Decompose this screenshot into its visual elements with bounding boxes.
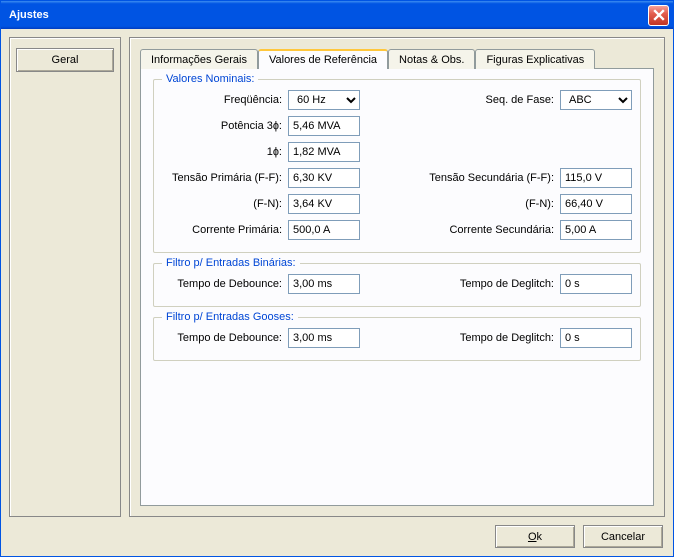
titlebar: Ajustes: [1, 1, 673, 29]
tab-valores[interactable]: Valores de Referência: [258, 49, 388, 69]
label-frequencia: Freqüência:: [162, 94, 282, 106]
dialog-footer: Ok Cancelar: [9, 525, 665, 548]
input-debounce-goose[interactable]: [288, 328, 360, 348]
close-icon: [653, 9, 665, 21]
label-potencia-1f: 1ɸ:: [162, 146, 282, 158]
dialog-window: Ajustes Geral Informações Gerais Valores…: [0, 0, 674, 557]
tab-informacoes[interactable]: Informações Gerais: [140, 49, 258, 69]
label-tensao-secundaria: Tensão Secundária (F-F):: [366, 172, 554, 184]
label-corrente-primaria: Corrente Primária:: [162, 224, 282, 236]
input-fn-secundaria[interactable]: [560, 194, 632, 214]
cancel-button[interactable]: Cancelar: [583, 525, 663, 548]
label-seq-fase: Seq. de Fase:: [366, 94, 554, 106]
input-corrente-primaria[interactable]: [288, 220, 360, 240]
ok-button[interactable]: Ok: [495, 525, 575, 548]
label-debounce-goose: Tempo de Debounce:: [162, 332, 282, 344]
label-deglitch-goose: Tempo de Deglitch:: [366, 332, 554, 344]
sidebar: Geral: [9, 37, 121, 517]
input-potencia-3f[interactable]: [288, 116, 360, 136]
select-frequencia[interactable]: 60 Hz: [288, 90, 360, 110]
dialog-body: Geral Informações Gerais Valores de Refe…: [1, 29, 673, 556]
group-title-binarias: Filtro p/ Entradas Binárias:: [162, 257, 300, 269]
input-tensao-secundaria[interactable]: [560, 168, 632, 188]
input-deglitch-bin[interactable]: [560, 274, 632, 294]
group-title-nominais: Valores Nominais:: [162, 73, 258, 85]
label-corrente-secundaria: Corrente Secundária:: [366, 224, 554, 236]
group-filtro-binarias: Filtro p/ Entradas Binárias: Tempo de De…: [153, 263, 641, 307]
label-debounce-bin: Tempo de Debounce:: [162, 278, 282, 290]
label-potencia-3f: Potência 3ɸ:: [162, 120, 282, 132]
content-panel: Informações Gerais Valores de Referência…: [129, 37, 665, 517]
sidebar-item-geral[interactable]: Geral: [16, 48, 114, 72]
label-tensao-primaria: Tensão Primária (F-F):: [162, 172, 282, 184]
input-corrente-secundaria[interactable]: [560, 220, 632, 240]
group-filtro-gooses: Filtro p/ Entradas Gooses: Tempo de Debo…: [153, 317, 641, 361]
close-button[interactable]: [648, 5, 669, 26]
main-row: Geral Informações Gerais Valores de Refe…: [9, 37, 665, 517]
window-title: Ajustes: [5, 9, 648, 21]
tab-content: Valores Nominais: Freqüência: 60 Hz Seq.…: [140, 68, 654, 506]
group-title-gooses: Filtro p/ Entradas Gooses:: [162, 311, 298, 323]
input-potencia-1f[interactable]: [288, 142, 360, 162]
input-tensao-primaria[interactable]: [288, 168, 360, 188]
input-deglitch-goose[interactable]: [560, 328, 632, 348]
input-fn-primaria[interactable]: [288, 194, 360, 214]
tab-notas[interactable]: Notas & Obs.: [388, 49, 475, 69]
label-fn-primaria: (F-N):: [162, 198, 282, 210]
input-debounce-bin[interactable]: [288, 274, 360, 294]
tab-strip: Informações Gerais Valores de Referência…: [140, 48, 654, 68]
tab-figuras[interactable]: Figuras Explicativas: [475, 49, 595, 69]
label-deglitch-bin: Tempo de Deglitch:: [366, 278, 554, 290]
group-valores-nominais: Valores Nominais: Freqüência: 60 Hz Seq.…: [153, 79, 641, 253]
select-seq-fase[interactable]: ABC: [560, 90, 632, 110]
label-fn-secundaria: (F-N):: [366, 198, 554, 210]
